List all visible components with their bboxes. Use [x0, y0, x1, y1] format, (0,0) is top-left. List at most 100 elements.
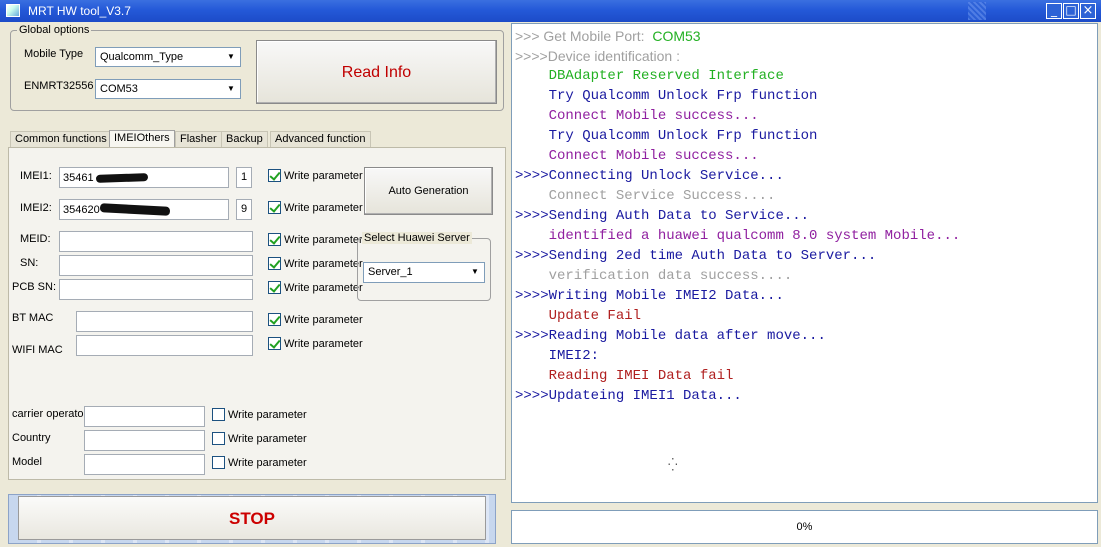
imei1-write-checkbox[interactable]: [268, 169, 281, 182]
log-line: Reading IMEI Data fail: [515, 368, 734, 384]
sn-label: SN:: [20, 257, 39, 269]
auto-generation-button[interactable]: Auto Generation: [364, 167, 493, 215]
mobile-type-label: Mobile Type: [24, 48, 84, 60]
log-segment: COM53: [652, 28, 701, 44]
port-select[interactable]: COM53 ▼: [95, 79, 241, 99]
log-segment: DBAdapter Reserved Interface: [515, 68, 784, 84]
log-line: DBAdapter Reserved Interface: [515, 68, 784, 84]
imei1-label: IMEI1:: [20, 170, 52, 182]
sn-input[interactable]: [59, 255, 253, 276]
imei1-write-label: Write parameter: [284, 170, 363, 182]
bt-mac-write-checkbox[interactable]: [268, 313, 281, 326]
imei2-input[interactable]: 354620: [59, 199, 229, 220]
stop-button[interactable]: STOP: [18, 496, 486, 540]
log-line: >>>>Sending Auth Data to Service...: [515, 208, 809, 224]
port-value: COM53: [100, 83, 138, 95]
model-label: Model: [12, 456, 42, 468]
bt-mac-label: BT MAC: [12, 312, 54, 324]
log-segment: Update Fail: [515, 308, 642, 324]
country-label: Country: [12, 432, 51, 444]
log-segment: Reading IMEI Data fail: [515, 368, 734, 384]
maximize-button[interactable]: □: [1063, 3, 1079, 19]
imei2-label: IMEI2:: [20, 202, 52, 214]
wifi-mac-write-checkbox[interactable]: [268, 337, 281, 350]
log-segment: Connect Mobile success...: [515, 148, 759, 164]
tab-flasher[interactable]: Flasher: [175, 131, 222, 147]
imei2-check-digit: 9: [236, 199, 252, 220]
bt-mac-input[interactable]: [76, 311, 253, 332]
imei1-input[interactable]: 35461: [59, 167, 229, 188]
log-segment: Try Qualcomm Unlock Frp function: [515, 128, 818, 144]
log-segment: >>>>Reading Mobile data after move...: [515, 328, 826, 344]
tab-advanced-function[interactable]: Advanced function: [270, 131, 371, 147]
progress-label: 0%: [796, 521, 813, 533]
log-segment: >>>>Writing Mobile IMEI2 Data...: [515, 288, 784, 304]
imei2-value: 354620: [63, 204, 100, 216]
chevron-down-icon: ▼: [227, 52, 235, 61]
wifi-mac-input[interactable]: [76, 335, 253, 356]
titlebar-decoration: [968, 2, 986, 20]
server-value: Server_1: [368, 266, 413, 278]
pcb-sn-input[interactable]: [59, 279, 253, 300]
tab-backup[interactable]: Backup: [221, 131, 268, 147]
progress-bar: 0%: [511, 510, 1098, 544]
model-input[interactable]: [84, 454, 205, 475]
minimize-button[interactable]: _: [1046, 3, 1062, 19]
log-line: Update Fail: [515, 308, 641, 324]
country-input[interactable]: [84, 430, 205, 451]
sn-write-label: Write parameter: [284, 258, 363, 270]
log-line: >>>>Sending 2ed time Auth Data to Server…: [515, 248, 876, 264]
log-segment: Connect Mobile success...: [515, 108, 759, 124]
log-line: >>>>Updateing IMEI1 Data...: [515, 388, 742, 404]
carrier-label: carrier operator: [12, 408, 88, 420]
log-line: >>>>Writing Mobile IMEI2 Data...: [515, 288, 784, 304]
mobile-type-value: Qualcomm_Type: [100, 51, 184, 63]
wifi-mac-write-label: Write parameter: [284, 338, 363, 350]
tab-imei-others[interactable]: IMEIOthers: [109, 130, 175, 147]
carrier-write-checkbox[interactable]: [212, 408, 225, 421]
log-segment: Connect Service Success....: [515, 188, 776, 204]
log-line: >>>>Connecting Unlock Service...: [515, 168, 784, 184]
meid-write-checkbox[interactable]: [268, 233, 281, 246]
imei2-write-label: Write parameter: [284, 202, 363, 214]
log-segment: verification data success....: [515, 268, 793, 284]
log-segment: >>>>Sending 2ed time Auth Data to Server…: [515, 248, 877, 264]
log-segment: >>> Get Mobile Port:: [515, 28, 653, 44]
bt-mac-write-label: Write parameter: [284, 314, 363, 326]
log-line: Connect Service Success....: [515, 188, 776, 204]
carrier-input[interactable]: [84, 406, 205, 427]
huawei-server-legend: Select Huawei Server: [362, 232, 472, 244]
wifi-mac-label: WIFI MAC: [12, 344, 63, 356]
pcb-sn-label: PCB SN:: [12, 281, 57, 293]
close-button[interactable]: ×: [1080, 3, 1096, 19]
move-cursor-icon: ⁛: [668, 458, 678, 472]
sn-write-checkbox[interactable]: [268, 257, 281, 270]
log-segment: identified a huawei qualcomm 8.0 system …: [515, 228, 961, 244]
window-title: MRT HW tool_V3.7: [28, 4, 131, 18]
stop-label: STOP: [229, 509, 275, 528]
global-options-legend: Global options: [17, 24, 92, 36]
imei2-write-checkbox[interactable]: [268, 201, 281, 214]
model-write-checkbox[interactable]: [212, 456, 225, 469]
log-segment: >>>>Updateing IMEI1 Data...: [515, 388, 742, 404]
auto-generation-label: Auto Generation: [388, 185, 469, 197]
pcb-sn-write-label: Write parameter: [284, 282, 363, 294]
pcb-sn-write-checkbox[interactable]: [268, 281, 281, 294]
redaction-mark: [95, 173, 149, 183]
carrier-write-label: Write parameter: [228, 409, 307, 421]
meid-input[interactable]: [59, 231, 253, 252]
tab-common-functions[interactable]: Common functions: [10, 131, 112, 147]
log-line: IMEI2:: [515, 348, 599, 364]
chevron-down-icon: ▼: [227, 84, 235, 93]
log-segment: IMEI2:: [515, 348, 600, 364]
country-write-checkbox[interactable]: [212, 432, 225, 445]
log-line: identified a huawei qualcomm 8.0 system …: [515, 228, 961, 244]
read-info-button[interactable]: Read Info: [256, 40, 497, 104]
app-icon: [6, 4, 20, 17]
server-select[interactable]: Server_1 ▼: [363, 262, 485, 283]
meid-write-label: Write parameter: [284, 234, 363, 246]
log-line: Try Qualcomm Unlock Frp function: [515, 128, 818, 144]
log-output[interactable]: >>> Get Mobile Port: COM53 >>>>Device ide…: [511, 23, 1098, 503]
mobile-type-select[interactable]: Qualcomm_Type ▼: [95, 47, 241, 67]
title-bar[interactable]: MRT HW tool_V3.7 _ □ ×: [0, 0, 1101, 22]
